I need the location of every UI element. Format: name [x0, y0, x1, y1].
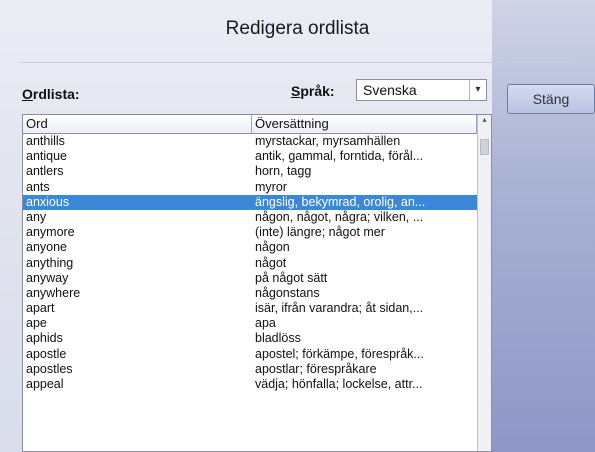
- word-cell: anthills: [26, 134, 65, 148]
- language-select-value: Svenska: [363, 82, 417, 98]
- word-cell: anxious: [26, 194, 70, 209]
- word-cell: anyone: [26, 240, 68, 255]
- word-cell: appeal: [26, 377, 64, 391]
- translation-cell: någonstans: [255, 285, 320, 300]
- translation-cell: myrstackar, myrsamhällen: [255, 134, 401, 148]
- translation-cell: ängslig, bekymrad, orolig, an...: [255, 194, 426, 209]
- column-divider[interactable]: [251, 115, 252, 133]
- word-cell: apostles: [26, 361, 73, 376]
- table-row[interactable]: apart isär, ifrån varandra; åt sidan,...: [23, 301, 478, 316]
- word-list[interactable]: Ord Översättning anthills myrstackar, myr…: [22, 114, 492, 452]
- table-row[interactable]: ape apa: [23, 316, 478, 331]
- column-header-translation[interactable]: Översättning: [255, 116, 329, 131]
- word-cell: anywhere: [26, 285, 81, 300]
- table-row[interactable]: antique antik, gammal, forntida, förål...: [23, 149, 478, 164]
- language-select[interactable]: Svenska ▾: [356, 79, 487, 101]
- word-cell: antlers: [26, 164, 64, 179]
- side-panel: [492, 0, 595, 452]
- chevron-down-icon[interactable]: ▾: [469, 80, 486, 100]
- table-row[interactable]: anyone någon: [23, 240, 478, 255]
- translation-cell: vädja; hönfalla; lockelse, attr...: [255, 377, 423, 391]
- table-row[interactable]: anymore (inte) längre; något mer: [23, 225, 478, 240]
- translation-cell: isär, ifrån varandra; åt sidan,...: [255, 301, 424, 316]
- translation-cell: antik, gammal, forntida, förål...: [255, 149, 424, 164]
- word-cell: apart: [26, 301, 55, 316]
- sprak-label: Språk:: [291, 83, 335, 99]
- table-row[interactable]: anthills myrstackar, myrsamhällen: [23, 134, 478, 149]
- translation-cell: någon, något, några; vilken, ...: [255, 209, 424, 224]
- translation-cell: (inte) längre; något mer: [255, 225, 385, 240]
- scrollbar-thumb[interactable]: [480, 139, 489, 155]
- word-cell: anymore: [26, 225, 75, 240]
- translation-cell: någon: [255, 240, 290, 255]
- title-divider: [20, 62, 575, 63]
- list-body: anthills myrstackar, myrsamhällen antique a…: [23, 134, 478, 392]
- word-cell: any: [26, 209, 47, 224]
- dialog-title: Redigera ordlista: [225, 18, 370, 39]
- translation-cell: apa: [255, 316, 276, 331]
- translation-cell: apostel; förkämpe, förespråk...: [255, 346, 424, 361]
- table-row[interactable]: any någon, något, några; vilken, ...: [23, 210, 478, 225]
- translation-cell: bladlöss: [255, 331, 301, 346]
- translation-cell: myror: [255, 179, 287, 194]
- table-row[interactable]: anything något: [23, 256, 478, 271]
- word-cell: apostle: [26, 346, 67, 361]
- word-cell: ape: [26, 316, 47, 331]
- ordlista-label-accesskey: O: [22, 86, 33, 102]
- translation-cell: på något sätt: [255, 270, 328, 285]
- word-cell: aphids: [26, 331, 63, 346]
- scroll-up-arrow-icon[interactable]: ▴: [478, 115, 491, 127]
- list-header: Ord Översättning: [23, 115, 478, 134]
- table-row[interactable]: antlers horn, tagg: [23, 164, 478, 179]
- sprak-label-text: pråk:: [300, 83, 335, 99]
- word-cell: ants: [26, 179, 50, 194]
- table-row[interactable]: appeal vädja; hönfalla; lockelse, attr...: [23, 377, 478, 392]
- word-cell: anyway: [26, 270, 69, 285]
- word-cell: anything: [26, 255, 74, 270]
- table-row[interactable]: anywhere någonstans: [23, 286, 478, 301]
- table-row[interactable]: ants myror: [23, 180, 478, 195]
- table-row-selected[interactable]: anxious ängslig, bekymrad, orolig, an...: [23, 194, 478, 210]
- table-row[interactable]: aphids bladlöss: [23, 331, 478, 346]
- table-row[interactable]: anyway på något sätt: [23, 271, 478, 286]
- vertical-scrollbar[interactable]: ▴: [477, 115, 491, 451]
- sprak-label-accesskey: S: [291, 83, 301, 99]
- table-row[interactable]: apostle apostel; förkämpe, förespråk...: [23, 347, 478, 362]
- translation-cell: apostlar; förespråkare: [255, 361, 377, 376]
- ordlista-label: Ordlista:: [22, 86, 80, 102]
- column-header-word[interactable]: Ord: [26, 116, 48, 131]
- translation-cell: horn, tagg: [255, 164, 312, 179]
- translation-cell: något: [255, 255, 287, 270]
- close-button[interactable]: Stäng: [507, 84, 595, 114]
- table-row[interactable]: apostles apostlar; förespråkare: [23, 362, 478, 377]
- word-cell: antique: [26, 149, 68, 164]
- ordlista-label-text: rdlista:: [32, 86, 80, 102]
